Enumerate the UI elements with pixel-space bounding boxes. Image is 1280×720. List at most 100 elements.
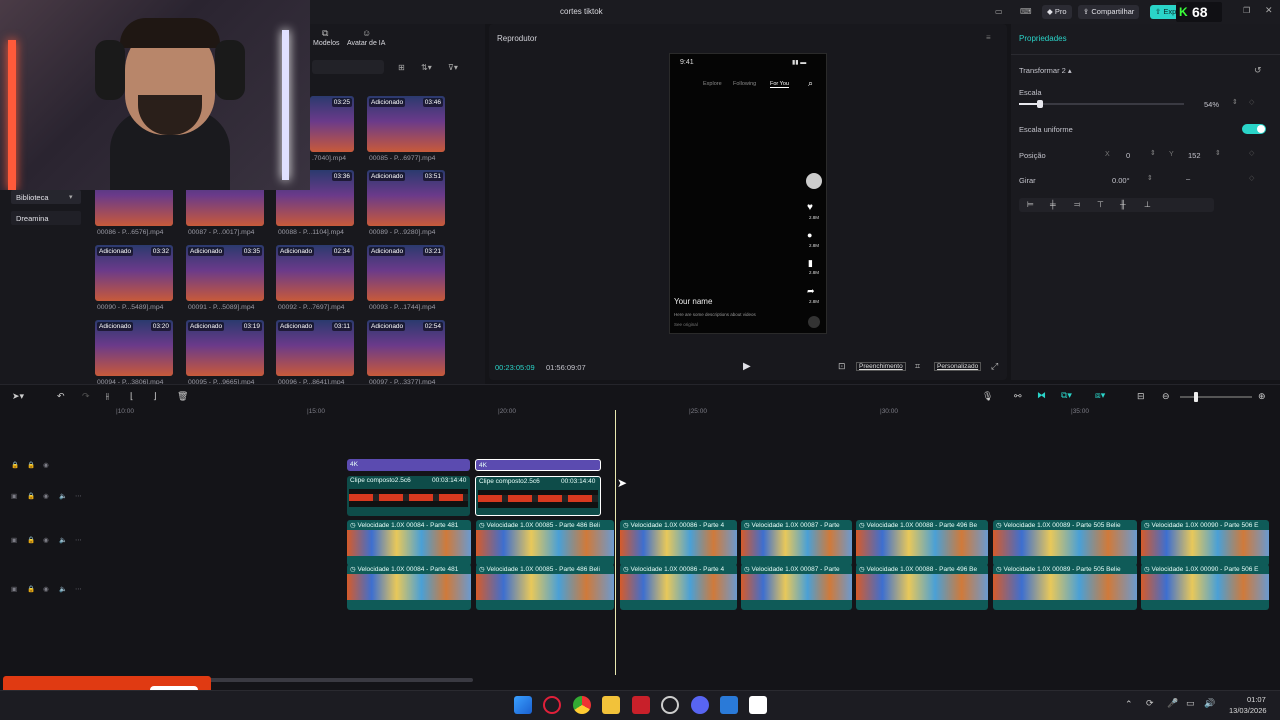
rotate-value[interactable]: 0.00° — [1112, 176, 1130, 185]
discord-icon[interactable] — [691, 696, 709, 714]
track-thumb-icon[interactable]: ▣ — [11, 492, 17, 500]
align-left-icon[interactable]: ⊨ — [1027, 200, 1034, 209]
more-icon[interactable]: ⋯ — [75, 492, 82, 500]
lock-icon[interactable]: 🔒 — [27, 461, 35, 469]
video-clip[interactable]: ◷ Velocidade 1.0X 00087 - Parte — [741, 520, 852, 566]
media-item[interactable]: Adicionado 03:21 — [367, 245, 445, 301]
notepad-icon[interactable] — [720, 696, 738, 714]
scale-slider[interactable] — [1019, 100, 1184, 108]
rotate-reset[interactable]: – — [1186, 174, 1190, 183]
share-button[interactable]: ⇪ Compartilhar — [1078, 5, 1140, 19]
chrome-icon[interactable] — [573, 696, 591, 714]
media-item[interactable]: Adicionado 03:20 — [95, 320, 173, 376]
compound-clip-selected[interactable]: Clipe composto2.5c6 00:03:14:40 — [475, 476, 601, 516]
video-clip[interactable]: ◷ Velocidade 1.0X 00089 - Parte 505 Beli… — [993, 520, 1137, 566]
zoom-slider[interactable] — [1180, 392, 1252, 402]
keyframe-icon[interactable]: ◇ — [1249, 149, 1254, 157]
video-clip[interactable]: ◷ Velocidade 1.0X 00090 - Parte 506 E — [1141, 564, 1269, 610]
pos-x-value[interactable]: 0 — [1126, 151, 1130, 160]
compound-clip[interactable]: Clipe composto2.5c6 00:03:14:40 — [347, 476, 470, 516]
preview-axis-icon[interactable]: ⧈▾ — [1095, 390, 1105, 401]
eye-icon[interactable]: ◉ — [43, 492, 49, 500]
clock-time[interactable]: 01:07 — [1247, 695, 1266, 704]
magnet-icon[interactable]: ⧓ — [1037, 390, 1046, 401]
windows-start-icon[interactable] — [514, 696, 532, 714]
media-item[interactable]: Adicionado 03:51 — [367, 170, 445, 226]
microphone-tray-icon[interactable]: 🎤 — [1167, 698, 1178, 709]
media-item[interactable]: Adicionado 02:34 — [276, 245, 354, 301]
aspect-ratio-icon[interactable]: ⊡ — [838, 361, 846, 372]
video-clip[interactable]: ◷ Velocidade 1.0X 00085 - Parte 486 Beli — [476, 520, 614, 566]
close-icon[interactable]: ✕ — [1265, 5, 1273, 16]
timeline-scrollbar[interactable] — [200, 678, 473, 682]
track-thumb-icon[interactable]: ▣ — [11, 585, 17, 593]
chevron-up-icon[interactable]: ⌃ — [1125, 699, 1133, 710]
grid-view-icon[interactable]: ⊞ — [398, 63, 405, 72]
search-input[interactable] — [312, 60, 384, 74]
split-icon[interactable]: ⫲ — [106, 391, 109, 402]
trim-right-icon[interactable]: ⌋ — [153, 391, 157, 402]
fullscreen-icon[interactable]: ⤢ — [991, 361, 998, 372]
clock-date[interactable]: 13/03/2026 — [1229, 706, 1267, 715]
lock-icon[interactable]: 🔒 — [27, 536, 35, 544]
media-item[interactable]: Adicionado 03:11 — [276, 320, 354, 376]
audio-icon[interactable]: 🔈 — [59, 585, 67, 593]
keyframe-icon[interactable]: ◇ — [1249, 174, 1254, 182]
snap-icon[interactable]: ⧉▾ — [1061, 390, 1072, 401]
tab-ai-avatar[interactable]: Avatar de IA — [347, 40, 385, 47]
clip-4k-tag[interactable]: 4K — [347, 459, 470, 471]
delete-icon[interactable]: 🗑 — [177, 391, 188, 402]
sync-icon[interactable]: ⟳ — [1146, 698, 1154, 709]
volume-icon[interactable]: 🔊 — [1204, 698, 1215, 709]
align-center-v-icon[interactable]: ╫ — [1120, 200, 1126, 209]
sidebar-item-dreamina[interactable]: Dreamina — [11, 211, 81, 225]
tab-templates[interactable]: Modelos — [313, 40, 339, 47]
layout-icon[interactable]: ▭ — [995, 7, 1003, 16]
trim-left-icon[interactable]: ⌊ — [130, 391, 134, 402]
obs-icon[interactable] — [661, 696, 679, 714]
media-item[interactable]: Adicionado 03:35 — [186, 245, 264, 301]
filter-icon[interactable]: ⊽▾ — [448, 63, 458, 72]
video-clip[interactable]: ◷ Velocidade 1.0X 00085 - Parte 486 Beli — [476, 564, 614, 610]
media-item[interactable]: Adicionado 03:32 — [95, 245, 173, 301]
media-item[interactable]: Adicionado 03:19 — [186, 320, 264, 376]
scale-slider-handle[interactable] — [1037, 100, 1043, 108]
video-clip[interactable]: ◷ Velocidade 1.0X 00090 - Parte 506 E — [1141, 520, 1269, 566]
lock-icon[interactable]: 🔒 — [27, 585, 35, 593]
link-icon[interactable]: ⚯ — [1014, 391, 1022, 402]
sort-icon[interactable]: ⇅▾ — [421, 63, 432, 72]
audio-icon[interactable]: 🔈 — [59, 536, 67, 544]
clip-4k-tag-selected[interactable]: 4K — [475, 459, 601, 471]
transform-section[interactable]: Transformar 2 ▴ — [1019, 66, 1072, 75]
eye-icon[interactable]: ◉ — [43, 461, 49, 469]
video-clip[interactable]: ◷ Velocidade 1.0X 00086 - Parte 4 — [620, 564, 737, 610]
align-top-icon[interactable]: ⊤ — [1097, 200, 1104, 209]
eye-icon[interactable]: ◉ — [43, 585, 49, 593]
redo-icon[interactable]: ↷ — [82, 391, 90, 402]
video-clip[interactable]: ◷ Velocidade 1.0X 00088 - Parte 496 Be — [856, 520, 988, 566]
capcut-icon[interactable] — [749, 696, 767, 714]
news-app-icon[interactable] — [632, 696, 650, 714]
uniform-scale-toggle[interactable] — [1242, 124, 1266, 134]
video-clip[interactable]: ◷ Velocidade 1.0X 00084 - Parte 481 — [347, 520, 471, 566]
zoom-out-icon[interactable]: ⊖ — [1162, 391, 1170, 402]
playhead[interactable] — [615, 410, 616, 675]
stepper-icon[interactable]: ⇕ — [1147, 174, 1153, 182]
sidebar-item-library[interactable]: Biblioteca ▾ — [11, 190, 81, 204]
align-bottom-icon[interactable]: ⊥ — [1144, 200, 1151, 209]
pos-y-value[interactable]: 152 — [1188, 151, 1201, 160]
microphone-icon[interactable]: 🎙 — [982, 391, 993, 402]
media-item[interactable]: Adicionado 03:46 — [367, 96, 445, 152]
video-clip[interactable]: ◷ Velocidade 1.0X 00089 - Parte 505 Beli… — [993, 564, 1137, 610]
network-icon[interactable]: ▭ — [1186, 698, 1195, 709]
fill-button[interactable]: Preenchimento — [856, 362, 906, 371]
stepper-icon[interactable]: ⇕ — [1232, 98, 1238, 106]
video-clip[interactable]: ◷ Velocidade 1.0X 00088 - Parte 496 Be — [856, 564, 988, 610]
more-icon[interactable]: ⋯ — [75, 585, 82, 593]
file-explorer-icon[interactable] — [602, 696, 620, 714]
restore-icon[interactable]: ❐ — [1243, 6, 1250, 15]
templates-icon[interactable]: ⧉ — [322, 28, 328, 39]
pro-button[interactable]: ◆ Pro — [1042, 5, 1072, 19]
ai-avatar-icon[interactable]: ☺ — [362, 28, 371, 38]
stepper-icon[interactable]: ⇕ — [1215, 149, 1221, 157]
